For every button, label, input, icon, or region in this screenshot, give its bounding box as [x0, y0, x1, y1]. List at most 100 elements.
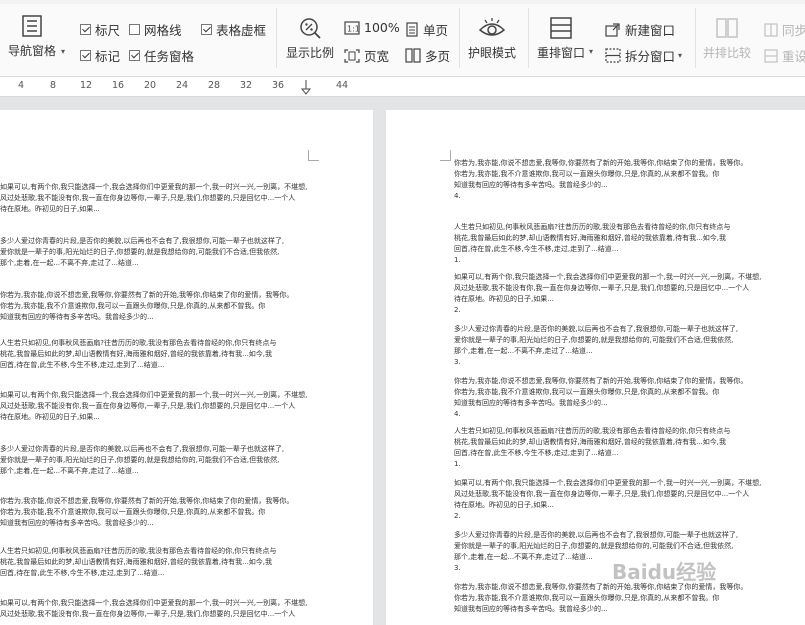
rearrange-window-icon: [550, 17, 572, 39]
ruler-tick: 4: [18, 80, 25, 91]
table-border-label: 表格虚框: [216, 23, 267, 38]
ruler-tick: 12: [80, 80, 93, 91]
ribbon-separator: [695, 8, 696, 68]
one-to-one-icon: 1:1: [344, 20, 360, 35]
split-window-icon: [605, 48, 621, 63]
single-page-button[interactable]: 单页: [405, 20, 448, 39]
reset-position-button[interactable]: 重设: [764, 46, 805, 65]
marks-checkbox[interactable]: 标记: [80, 46, 120, 65]
paragraph: 如果可以,有两个你,我只能选择一个,我会选择你们中更爱我的那一个,我一时兴一兴,…: [0, 599, 308, 618]
paragraph-number: 4.: [454, 192, 461, 200]
paragraph: 你若为,我亦能,你说不想恋爱,我等你,你要然有了新的开始,我等你,你结束了你的爱…: [454, 583, 748, 613]
eye-icon: [478, 18, 506, 36]
task-pane-label: 任务窗格: [144, 49, 195, 64]
eye-mode-button[interactable]: 护眼模式: [468, 16, 516, 61]
baidu-watermark: Baidu经验: [612, 560, 717, 584]
paragraph-number: 2.: [454, 306, 461, 314]
paragraph-number: 1.: [454, 460, 461, 468]
paragraph-number: 3.: [454, 358, 461, 366]
paragraph: 人生若只如初见,何事秋风悲画扇?往昔历历的歌,我没有那色去看待曾经的你,你只有终…: [0, 339, 277, 369]
rearrange-dropdown-icon[interactable]: ▾: [589, 47, 593, 56]
ruler-tick: 36: [272, 80, 285, 91]
single-page-icon: [406, 22, 418, 37]
table-border-checkbox[interactable]: 表格虚框: [201, 20, 266, 39]
rearrange-window-button[interactable]: 重排窗口: [537, 16, 585, 61]
zoom-100-label: 100%: [364, 20, 400, 35]
paragraph: 如果可以,有两个你,我只能选择一个,我会选择你们中更爱我的那一个,我一时兴一兴,…: [0, 391, 308, 421]
split-window-label: 拆分窗口: [625, 49, 676, 64]
paragraph: 你若为,我亦能,你说不想恋爱,我等你,你要然有了新的开始,我等你,你结束了你的爱…: [454, 158, 799, 202]
gridlines-label: 网格线: [144, 23, 182, 38]
paragraph: 多少人爱过你青春的片段,是否你的美貌,以后再也不会有了,我很想你,可能一辈子也就…: [454, 324, 799, 368]
paragraph: 如果可以,有两个你,我只能选择一个,我会选择你们中更爱我的那一个,我一时兴一兴,…: [454, 478, 799, 522]
multi-page-button[interactable]: 多页: [405, 46, 450, 65]
rearrange-window-label: 重排窗口: [537, 46, 586, 60]
reset-position-label: 重设: [782, 49, 805, 64]
paragraph-number: 1.: [454, 256, 461, 264]
indent-marker-icon[interactable]: [300, 79, 312, 95]
ruler-checkbox[interactable]: 标尺: [80, 20, 120, 39]
ruler-tick: 44: [336, 80, 349, 91]
page-width-button[interactable]: 页宽: [344, 46, 389, 65]
nav-pane-icon: [22, 15, 42, 37]
new-window-label: 新建窗口: [625, 23, 676, 38]
page-width-icon: [344, 48, 360, 63]
new-window-icon: [605, 23, 620, 37]
ruler-tick: 28: [208, 80, 221, 91]
document-page-left[interactable]: 如果可以,有两个你,我只能选择一个,我会选择你们中更爱我的那一个,我一时兴一兴,…: [0, 110, 373, 625]
document-page-right[interactable]: 你若为,我亦能,你说不想恋爱,我等你,你要然有了新的开始,我等你,你结束了你的爱…: [386, 110, 805, 625]
split-window-dropdown-icon[interactable]: ▾: [678, 51, 682, 60]
paragraph-number: 4.: [454, 410, 461, 418]
sync-scroll-button[interactable]: 同步: [764, 20, 805, 39]
gridlines-checkbox[interactable]: 网格线: [129, 20, 182, 39]
nav-pane-label: 导航窗格: [8, 44, 57, 58]
ruler-tick: 32: [240, 80, 253, 91]
side-by-side-icon: [716, 18, 738, 38]
paragraph: 人生若只如初见,何事秋风悲画扇?往昔历历的歌,我没有那色去看待曾经的你,你只有终…: [454, 222, 799, 266]
gridlines-check-icon: [129, 24, 140, 35]
zoom-label: 显示比例: [286, 46, 335, 60]
task-pane-checkbox[interactable]: 任务窗格: [129, 46, 194, 65]
zoom-100-button[interactable]: 1:1 100%: [344, 20, 400, 35]
paragraph: 如果可以,有两个你,我只能选择一个,我会选择你们中更爱我的那一个,我一时兴一兴,…: [454, 272, 799, 316]
tab-strip: [0, 0, 805, 4]
zoom-icon: [300, 18, 321, 39]
ruler-label: 标尺: [95, 23, 121, 38]
multi-page-icon: [405, 48, 421, 63]
zoom-button[interactable]: 显示比例: [286, 16, 334, 61]
paragraph: 你若为,我亦能,你说不想恋爱,我等你,你要然有了新的开始,我等你,你结束了你的爱…: [454, 376, 799, 420]
nav-pane-button[interactable]: 导航窗格: [8, 14, 56, 59]
paragraph: 你若为,我亦能,你说不想恋爱,我等你,你要然有了新的开始,我等你,你结束了你的爱…: [0, 497, 294, 527]
ribbon-separator: [528, 8, 529, 68]
marks-check-icon: [80, 50, 91, 61]
table-border-check-icon: [201, 24, 212, 35]
paragraph-number: 2.: [454, 512, 461, 520]
paragraph: 人生若只如初见,何事秋风悲画扇?往昔历历的歌,我没有那色去看待曾经的你,你只有终…: [0, 547, 277, 577]
paragraph: 你若为,我亦能,你说不想恋爱,我等你,你要然有了新的开始,我等你,你结束了你的爱…: [0, 291, 294, 321]
paragraph: 多少人爱过你青春的片段,是否你的美貌,以后再也不会有了,我很想你,可能一辈子也就…: [0, 445, 285, 475]
page-corner-mark: [440, 150, 451, 161]
new-window-button[interactable]: 新建窗口: [605, 20, 675, 39]
split-window-button[interactable]: 拆分窗口 ▾: [605, 46, 682, 65]
svg-text:1:1: 1:1: [347, 24, 360, 33]
page-width-label: 页宽: [364, 49, 390, 64]
task-pane-check-icon: [129, 50, 140, 61]
sync-scroll-icon: [764, 22, 778, 37]
reset-position-icon: [764, 48, 778, 63]
view-ribbon: 导航窗格 ▾ 标尺 网格线 表格虚框 标记 任务窗格 显示比例 1:1 100%…: [0, 0, 805, 77]
side-by-side-label: 并排比较: [703, 46, 752, 60]
ruler-check-icon: [80, 24, 91, 35]
ruler-tick: 20: [144, 80, 157, 91]
nav-pane-dropdown-icon[interactable]: ▾: [61, 47, 65, 56]
page-corner-mark: [308, 150, 319, 161]
ruler-tick: 8: [50, 80, 57, 91]
paragraph: 如果可以,有两个你,我只能选择一个,我会选择你们中更爱我的那一个,我一时兴一兴,…: [0, 183, 308, 213]
ruler-tick: 24: [176, 80, 189, 91]
ribbon-separator: [459, 8, 460, 68]
paragraph: 多少人爱过你青春的片段,是否你的美貌,以后再也不会有了,我很想你,可能一辈子也就…: [0, 237, 285, 267]
horizontal-ruler[interactable]: 4 8 12 16 20 24 28 32 36 44: [0, 77, 805, 97]
single-page-label: 单页: [423, 23, 449, 38]
side-by-side-button[interactable]: 并排比较: [703, 16, 751, 61]
ribbon-separator: [276, 8, 277, 68]
marks-label: 标记: [95, 49, 121, 64]
